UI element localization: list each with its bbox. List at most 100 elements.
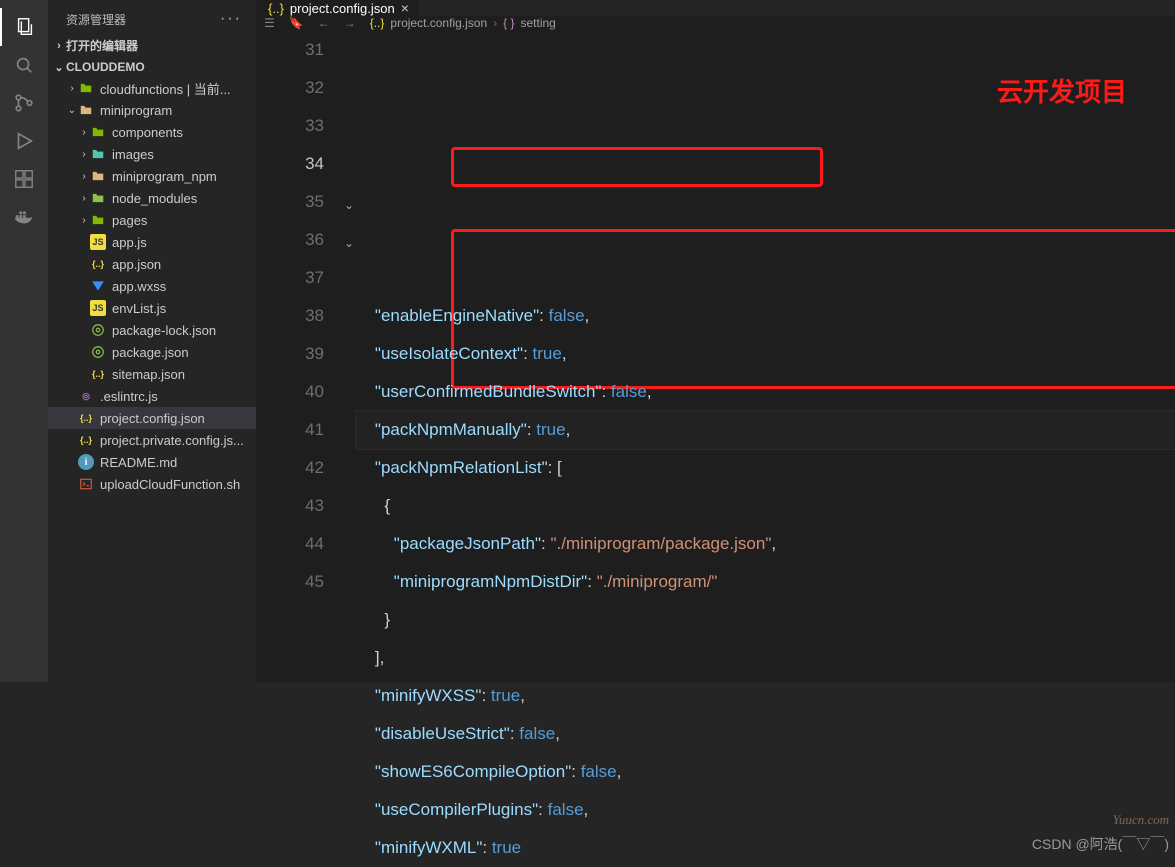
folder-icon [78,102,94,118]
line-number: 37 [256,259,324,297]
json-icon: {..} [90,366,106,382]
npm-icon [90,344,106,360]
line-number: 34 [256,145,324,183]
tree-folder[interactable]: › pages [48,209,256,231]
tree-file[interactable]: {..}project.config.json [48,407,256,429]
breadcrumb-bar: ☰ 🔖 ← → {..} project.config.json › { } s… [256,16,1175,31]
tree-item-label: app.wxss [112,279,166,294]
tree-file[interactable]: JS envList.js [48,297,256,319]
activity-debug-icon[interactable] [0,122,48,160]
section-project[interactable]: ⌄ CLOUDDEMO [48,57,256,77]
tree-file[interactable]: ◎ .eslintrc.js [48,385,256,407]
json-icon: {..} [370,16,385,30]
line-number: 33 [256,107,324,145]
annotation-text: 云开发项目 [997,73,1127,111]
activity-bar [0,0,48,682]
tree-item-label: miniprogram [100,103,172,118]
tree-file[interactable]: i README.md [48,451,256,473]
folder-icon [90,168,106,184]
tree-file[interactable]: app.wxss [48,275,256,297]
tree-item-label: README.md [100,455,177,470]
tab-project-config[interactable]: {..} project.config.json × [256,0,420,16]
tree-item-label: uploadCloudFunction.sh [100,477,240,492]
tree-file[interactable]: package-lock.json [48,319,256,341]
chevron-right-icon: › [78,127,90,138]
code-line: "useCompilerPlugins": false, [356,791,1175,829]
highlight-annotation [451,147,823,187]
chevron-right-icon: › [52,40,66,52]
sidebar: 资源管理器 ··· › 打开的编辑器 ⌄ CLOUDDEMO ›cloudfun… [48,0,256,682]
section-open-editors[interactable]: › 打开的编辑器 [48,34,256,57]
chevron-right-icon: › [78,149,90,160]
file-tree: › cloudfunctions | 当前...⌄miniprogram › comp… [48,77,256,682]
activity-docker-icon[interactable] [0,198,48,236]
tree-item-label: envList.js [112,301,166,316]
eslint-icon: ◎ [78,388,94,404]
chevron-right-icon: › [493,16,497,30]
tree-file[interactable]: package.json [48,341,256,363]
tree-item-label: pages [112,213,147,228]
code-line: "miniprogramNpmDistDir": "./miniprogram/… [356,563,1175,601]
tree-item-label: package.json [112,345,189,360]
code-line: "packNpmRelationList": [ [356,449,1175,487]
tree-folder[interactable]: › components [48,121,256,143]
tree-item-label: package-lock.json [112,323,216,338]
code-line: "useIsolateContext": true, [356,335,1175,373]
breadcrumb[interactable]: {..} project.config.json › { } setting [370,16,556,30]
bookmark-icon[interactable]: 🔖 [289,16,304,30]
tree-folder[interactable]: › cloudfunctions | 当前... [48,77,256,99]
line-number: 38 [256,297,324,335]
line-number: 40 [256,373,324,411]
code-line: "disableUseStrict": false, [356,715,1175,753]
activity-extensions-icon[interactable] [0,160,48,198]
tree-item-label: node_modules [112,191,197,206]
tree-item-label: .eslintrc.js [100,389,158,404]
activity-scm-icon[interactable] [0,84,48,122]
line-number: 39 [256,335,324,373]
code-line: { [356,487,1175,525]
list-icon[interactable]: ☰ [264,16,275,30]
section-label: CLOUDDEMO [66,60,145,74]
tab-bar: {..} project.config.json × [256,0,1175,16]
tree-file[interactable]: JSapp.js [48,231,256,253]
tree-folder[interactable]: ›images [48,143,256,165]
code-line: ], [356,639,1175,677]
tree-item-label: miniprogram_npm [112,169,217,184]
code-line: "minifyWXML": true [356,829,1175,867]
tree-item-label: project.private.config.js... [100,433,244,448]
code-editor[interactable]: ⌄ ⌄ 313233343536373839404142434445 云开发项目… [256,31,1175,867]
tree-file[interactable]: {..}sitemap.json [48,363,256,385]
sidebar-more-icon[interactable]: ··· [220,10,242,28]
line-number: 44 [256,525,324,563]
tree-file[interactable]: {..} project.private.config.js... [48,429,256,451]
tree-file[interactable]: {..}app.json [48,253,256,275]
activity-files-icon[interactable] [0,8,48,46]
tree-folder[interactable]: › miniprogram_npm [48,165,256,187]
code-line: "userConfirmedBundleSwitch": false, [356,373,1175,411]
line-number: 35 [256,183,324,221]
editor-area: {..} project.config.json × ☰ 🔖 ← → {..} … [256,0,1175,682]
nav-back-icon[interactable]: ← [318,16,330,30]
tree-item-label: components [112,125,183,140]
line-number: 45 [256,563,324,601]
activity-search-icon[interactable] [0,46,48,84]
tree-folder[interactable]: ›node_modules [48,187,256,209]
nav-forward-icon[interactable]: → [344,16,356,30]
chevron-down-icon: ⌄ [52,61,66,74]
tree-file[interactable]: uploadCloudFunction.sh [48,473,256,495]
terminal-icon [78,476,94,492]
js-icon: JS [90,300,106,316]
info-icon: i [78,454,94,470]
chevron-right-icon: › [78,215,90,226]
close-icon[interactable]: × [401,0,409,16]
tree-item-label: cloudfunctions | 当前... [100,79,231,98]
chevron-right-icon: › [66,83,78,94]
code-line: "packageJsonPath": "./miniprogram/packag… [356,525,1175,563]
breadcrumb-symbol: setting [521,16,556,30]
tree-folder[interactable]: ⌄miniprogram [48,99,256,121]
code-line: "packNpmManually": true, [356,411,1175,449]
chevron-right-icon: › [78,171,90,182]
tree-item-label: app.json [112,257,161,272]
wxss-icon [90,278,106,294]
json-icon: {..} [78,432,94,448]
